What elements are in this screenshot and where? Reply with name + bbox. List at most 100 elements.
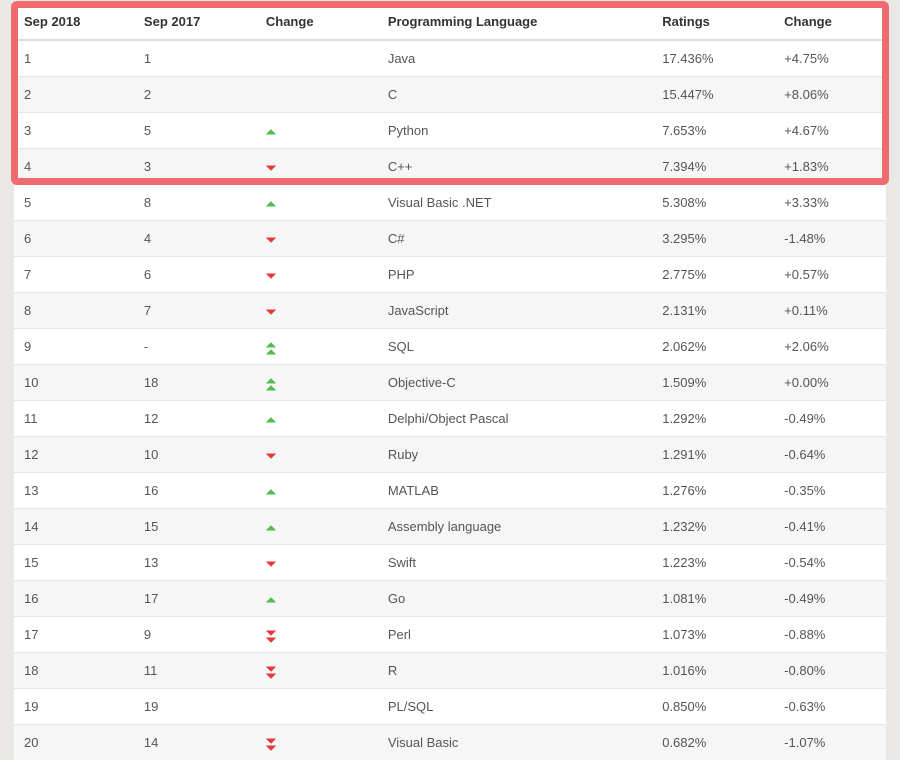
cell-language: Swift [378, 545, 652, 581]
cell-change-percent: -0.63% [774, 689, 886, 725]
cell-change-percent: -0.41% [774, 509, 886, 545]
cell-rank-2018: 10 [14, 365, 134, 401]
chevron-up-icon [266, 383, 276, 393]
cell-language: Objective-C [378, 365, 652, 401]
cell-change-percent: +4.75% [774, 40, 886, 77]
cell-rating: 0.682% [652, 725, 774, 760]
cell-rating: 1.291% [652, 437, 774, 473]
cell-change-percent: +0.00% [774, 365, 886, 401]
table-row: 1415 Assembly language1.232%-0.41% [14, 509, 886, 545]
double-chevron-down-icon [266, 664, 370, 681]
cell-rank-2017: 1 [134, 40, 256, 77]
cell-rank-2017: 13 [134, 545, 256, 581]
cell-rank-2017: 15 [134, 509, 256, 545]
cell-rank-2017: 11 [134, 653, 256, 689]
cell-language: JavaScript [378, 293, 652, 329]
cell-language: C [378, 77, 652, 113]
table-row: 35Python7.653%+4.67% [14, 113, 886, 149]
cell-rank-2018: 13 [14, 473, 134, 509]
cell-change-direction [256, 185, 378, 221]
table-row: 1811R1.016%-0.80% [14, 653, 886, 689]
table-row: 64C#3.295%-1.48% [14, 221, 886, 257]
header-change-direction[interactable]: Change [256, 4, 378, 40]
cell-change-percent: +0.11% [774, 293, 886, 329]
double-chevron-down-icon [266, 736, 370, 753]
cell-change-direction [256, 77, 378, 113]
cell-change-direction [256, 653, 378, 689]
header-language[interactable]: Programming Language [378, 4, 652, 40]
chevron-down-icon [266, 559, 276, 569]
cell-rank-2017: 5 [134, 113, 256, 149]
chevron-up-icon [266, 347, 276, 357]
cell-rank-2017: 3 [134, 149, 256, 185]
cell-change-direction [256, 725, 378, 760]
cell-rank-2017: 7 [134, 293, 256, 329]
cell-rating: 1.223% [652, 545, 774, 581]
cell-language: SQL [378, 329, 652, 365]
double-chevron-up-icon [266, 340, 370, 357]
cell-rank-2017: 18 [134, 365, 256, 401]
cell-change-percent: +0.57% [774, 257, 886, 293]
cell-rank-2018: 9 [14, 329, 134, 365]
cell-language: Assembly language [378, 509, 652, 545]
cell-rank-2017: 2 [134, 77, 256, 113]
cell-rank-2018: 4 [14, 149, 134, 185]
cell-rank-2018: 17 [14, 617, 134, 653]
cell-rank-2017: 12 [134, 401, 256, 437]
cell-language: C# [378, 221, 652, 257]
cell-change-percent: -0.80% [774, 653, 886, 689]
cell-rating: 1.081% [652, 581, 774, 617]
cell-language: PHP [378, 257, 652, 293]
cell-rank-2017: 16 [134, 473, 256, 509]
chevron-down-icon [266, 635, 276, 645]
cell-rank-2017: 17 [134, 581, 256, 617]
cell-rank-2018: 15 [14, 545, 134, 581]
table-row: 1112Delphi/Object Pascal1.292%-0.49% [14, 401, 886, 437]
ranking-table: Sep 2018 Sep 2017 Change Programming Lan… [14, 4, 886, 760]
cell-rank-2017: 8 [134, 185, 256, 221]
cell-change-direction [256, 437, 378, 473]
cell-change-direction [256, 473, 378, 509]
cell-language: PL/SQL [378, 689, 652, 725]
chevron-down-icon [266, 671, 276, 681]
chevron-up-icon [266, 487, 276, 497]
table-row: 11Java17.436%+4.75% [14, 40, 886, 77]
cell-change-direction [256, 545, 378, 581]
cell-rating: 2.775% [652, 257, 774, 293]
cell-rank-2018: 5 [14, 185, 134, 221]
cell-change-direction [256, 365, 378, 401]
cell-change-direction [256, 617, 378, 653]
table-row: 22C15.447%+8.06% [14, 77, 886, 113]
cell-language: Visual Basic .NET [378, 185, 652, 221]
header-ratings[interactable]: Ratings [652, 4, 774, 40]
cell-rating: 2.062% [652, 329, 774, 365]
cell-rank-2017: - [134, 329, 256, 365]
cell-change-direction [256, 149, 378, 185]
cell-language: Visual Basic [378, 725, 652, 760]
cell-rank-2018: 14 [14, 509, 134, 545]
cell-rank-2017: 10 [134, 437, 256, 473]
cell-rating: 3.295% [652, 221, 774, 257]
cell-rank-2017: 4 [134, 221, 256, 257]
cell-language: MATLAB [378, 473, 652, 509]
cell-rank-2017: 14 [134, 725, 256, 760]
cell-change-percent: -0.64% [774, 437, 886, 473]
table-row: 58Visual Basic .NET5.308%+3.33% [14, 185, 886, 221]
chevron-up-icon [266, 199, 276, 209]
cell-change-direction [256, 257, 378, 293]
header-change-percent[interactable]: Change [774, 4, 886, 40]
table-header-row: Sep 2018 Sep 2017 Change Programming Lan… [14, 4, 886, 40]
header-sep2017[interactable]: Sep 2017 [134, 4, 256, 40]
cell-rank-2018: 3 [14, 113, 134, 149]
chevron-down-icon [266, 163, 276, 173]
cell-rank-2018: 1 [14, 40, 134, 77]
cell-language: Delphi/Object Pascal [378, 401, 652, 437]
cell-change-percent: +3.33% [774, 185, 886, 221]
cell-change-direction [256, 329, 378, 365]
table-row: 9-SQL2.062%+2.06% [14, 329, 886, 365]
cell-change-percent: -1.48% [774, 221, 886, 257]
cell-rank-2018: 12 [14, 437, 134, 473]
header-sep2018[interactable]: Sep 2018 [14, 4, 134, 40]
chevron-up-icon [266, 523, 276, 533]
cell-rating: 1.232% [652, 509, 774, 545]
